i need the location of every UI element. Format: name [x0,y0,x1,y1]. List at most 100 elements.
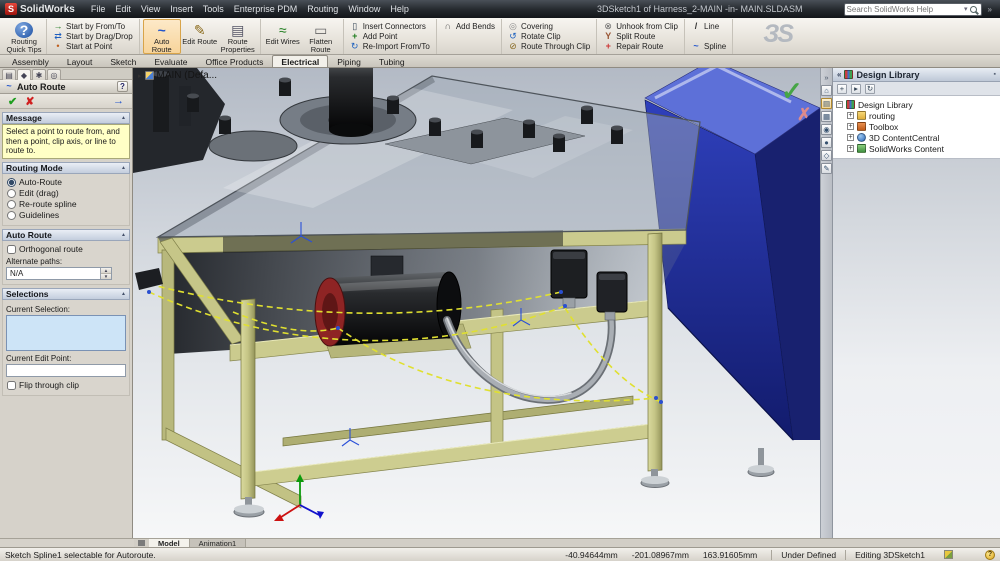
tree-item-routing[interactable]: routing [836,110,997,121]
feature-tree-root-label[interactable]: MAIN (Defa... [157,70,218,81]
start-at-point-button[interactable]: Start at Point [50,42,136,52]
tab-piping[interactable]: Piping [328,55,370,67]
repair-route-button[interactable]: Repair Route [600,42,681,52]
unhook-from-clip-button[interactable]: Unhook from Clip [600,21,681,31]
ok-button[interactable] [8,95,17,108]
solidworks-resources-icon[interactable]: ⌂ [821,85,832,96]
auto-route-section-header[interactable]: Auto Route [2,229,130,241]
menu-insert[interactable]: Insert [165,2,198,16]
menu-help[interactable]: Help [385,2,414,16]
add-file-location-icon[interactable]: ▸ [851,84,861,94]
menu-tools[interactable]: Tools [198,2,229,16]
orthogonal-route-checkbox[interactable]: Orthogonal route [6,244,126,255]
menu-view[interactable]: View [136,2,165,16]
selections-section-header[interactable]: Selections [2,288,130,300]
radio-reroute-spline-input[interactable] [7,200,16,209]
edit-route-button[interactable]: Edit Route [181,19,219,54]
route-through-clip-button[interactable]: Route Through Clip [505,42,593,52]
file-explorer-icon[interactable]: ▦ [821,111,832,122]
add-to-library-icon[interactable]: + [837,84,847,94]
tree-item-toolbox[interactable]: Toolbox [836,121,997,132]
editing-status[interactable]: Editing 3DSketch1 [845,550,934,560]
view-palette-icon[interactable]: ● [821,137,832,148]
tab-layout[interactable]: Layout [58,55,102,67]
start-by-fromto-button[interactable]: Start by From/To [50,21,136,31]
start-by-dragdrop-button[interactable]: Start by Drag/Drop [50,31,136,41]
model-tab[interactable]: Model [149,539,190,547]
flatten-route-button[interactable]: Flatten Route [302,19,340,54]
flip-through-clip-input[interactable] [7,381,16,390]
tree-item-design-library[interactable]: Design Library [836,99,997,110]
tab-tubing[interactable]: Tubing [370,55,414,67]
configuration-manager-tab-icon[interactable]: ✱ [32,69,46,80]
confirmation-ok-icon[interactable]: ✓ [781,76,803,106]
orthogonal-route-input[interactable] [7,245,16,254]
collapse-node-icon[interactable] [836,101,843,108]
pin-icon[interactable] [994,71,996,78]
design-library-icon[interactable]: ▤ [821,98,832,109]
quick-tips-help-icon[interactable] [985,550,995,560]
search-results-icon[interactable]: ◉ [821,124,832,135]
radio-guidelines[interactable]: Guidelines [6,210,126,221]
alternate-paths-spinner[interactable]: N/A ▲ ▼ [6,267,112,280]
spline-button[interactable]: Spline [688,41,729,52]
toolbar-overflow-icon[interactable] [985,5,995,14]
confirmation-cancel-icon[interactable]: ✗ [797,105,811,124]
radio-edit-drag-input[interactable] [7,189,16,198]
menu-routing[interactable]: Routing [302,2,343,16]
add-bends-button[interactable]: Add Bends [440,21,498,32]
flip-through-clip-checkbox[interactable]: Flip through clip [6,380,126,391]
tree-item-3d-contentcentral[interactable]: 3D ContentCentral [836,132,997,143]
property-manager-tab-icon[interactable]: ◆ [17,69,31,80]
search-icon[interactable] [970,6,977,13]
insert-connectors-button[interactable]: Insert Connectors [347,21,433,31]
expand-node-icon[interactable] [847,134,854,141]
current-edit-point-listbox[interactable] [6,364,126,377]
auto-route-button[interactable]: Auto Route [143,19,181,54]
next-button[interactable] [113,95,124,107]
covering-button[interactable]: Covering [505,21,593,31]
collapse-pane-icon[interactable]: » [821,72,832,83]
reimport-fromto-button[interactable]: Re-Import From/To [347,42,433,52]
spinner-down-icon[interactable]: ▼ [101,274,111,279]
custom-properties-icon[interactable]: ✎ [821,163,832,174]
dimxpert-tab-icon[interactable]: ◎ [47,69,61,80]
current-selection-listbox[interactable] [6,315,126,351]
radio-auto-route[interactable]: Auto-Route [6,177,126,188]
rotate-clip-button[interactable]: Rotate Clip [505,31,593,41]
tab-sketch[interactable]: Sketch [101,55,145,67]
animation-tab[interactable]: Animation1 [190,539,247,547]
expand-node-icon[interactable] [847,112,854,119]
routing-mode-section-header[interactable]: Routing Mode [2,162,130,174]
feature-manager-tab-icon[interactable]: ▤ [2,69,16,80]
help-icon[interactable] [117,81,128,92]
chevron-down-icon[interactable] [964,5,968,13]
appearances-icon[interactable]: ◇ [821,150,832,161]
menu-window[interactable]: Window [343,2,385,16]
menu-file[interactable]: File [86,2,111,16]
split-route-button[interactable]: Split Route [600,31,681,41]
collapse-icon[interactable] [837,70,841,79]
cancel-button[interactable] [25,95,34,108]
graphics-area[interactable]: ✓ ✗ MAIN (Defa... [133,68,820,538]
message-section-header[interactable]: Message [2,112,130,124]
radio-edit-drag[interactable]: Edit (drag) [6,188,126,199]
feature-tree-flyout[interactable]: MAIN (Defa... [138,70,217,81]
routing-quick-tips-button[interactable]: Routing Quick Tips [5,19,43,54]
expand-node-icon[interactable] [847,123,854,130]
search-input[interactable] [847,5,962,14]
add-point-button[interactable]: Add Point [347,31,433,41]
edit-wires-button[interactable]: Edit Wires [264,19,302,54]
menu-enterprise-pdm[interactable]: Enterprise PDM [229,2,303,16]
menu-edit[interactable]: Edit [110,2,136,16]
splitter-icon[interactable] [138,540,145,546]
radio-guidelines-input[interactable] [7,211,16,220]
expand-icon[interactable] [138,72,142,80]
radio-auto-route-input[interactable] [7,178,16,187]
refresh-icon[interactable]: ↻ [865,84,875,94]
expand-node-icon[interactable] [847,145,854,152]
viewport-3d-scene[interactable]: ✓ ✗ [133,68,820,538]
tree-item-solidworks-content[interactable]: SolidWorks Content [836,143,997,154]
radio-reroute-spline[interactable]: Re-route spline [6,199,126,210]
tab-office-products[interactable]: Office Products [196,55,272,67]
